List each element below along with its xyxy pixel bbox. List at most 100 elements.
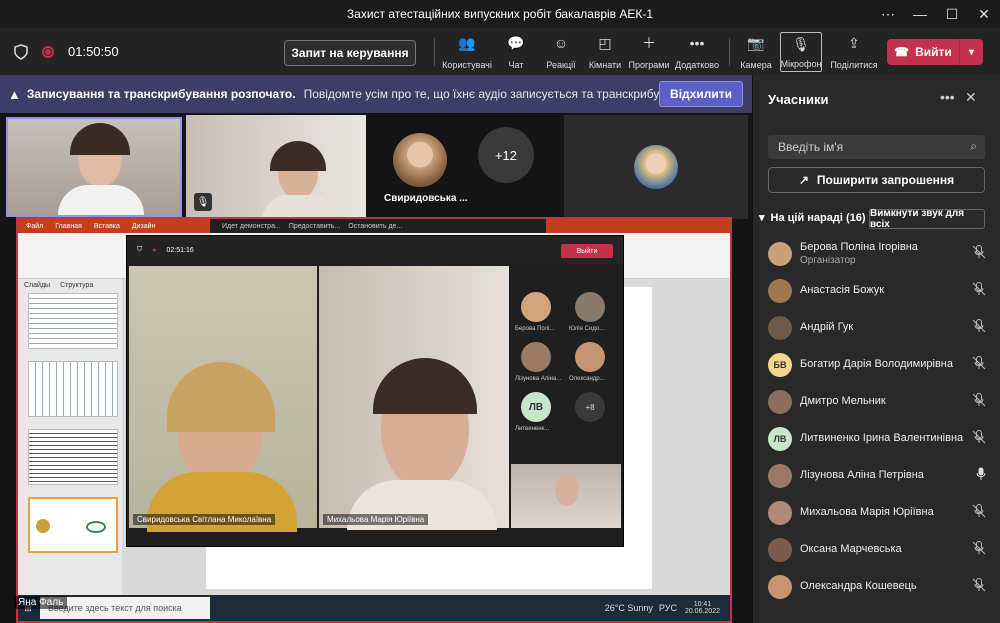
search-icon: ⌕ <box>970 139 977 153</box>
video-tile-3[interactable]: Свиридовська ... <box>372 115 468 219</box>
video-tile-4[interactable] <box>564 115 748 219</box>
participant-search-input[interactable]: Введіть ім'я ⌕ <box>768 135 985 159</box>
participant-name: Оксана Марчевська <box>800 543 902 555</box>
participant-row[interactable]: Берова Поліна Ігорівна Організатор <box>753 235 1000 272</box>
slide-thumbnail[interactable] <box>28 361 118 417</box>
people-button[interactable]: 👥 Користувачі <box>441 32 493 72</box>
participant-list: Берова Поліна Ігорівна Організатор Анастас… <box>753 235 1000 605</box>
close-panel-icon[interactable]: ✕ <box>965 89 977 106</box>
rooms-button[interactable]: ◰ Кімнати <box>583 32 627 72</box>
participant-row[interactable]: ЛВ Литвиненко Ірина Валентинівна <box>753 420 1000 457</box>
mic-off-icon[interactable] <box>972 319 986 336</box>
apps-label: Програми <box>628 60 670 70</box>
share-control-bar: Идет демонстра... Предоставить... Остано… <box>210 219 546 233</box>
share-invite-label: Поширити запрошення <box>816 173 955 187</box>
participant-row[interactable]: Андрій Гук <box>753 309 1000 346</box>
dismiss-button[interactable]: Відхилити <box>659 81 743 107</box>
reactions-label: Реакції <box>546 60 576 70</box>
ppt-side-tab-slides[interactable]: Слайды <box>24 282 50 289</box>
participant-row[interactable]: Михальова Марія Юріївна <box>753 494 1000 531</box>
mic-on-icon[interactable] <box>976 467 986 484</box>
participant-row[interactable]: Оксана Марчевська <box>753 531 1000 568</box>
slide-thumbnail-selected[interactable] <box>28 497 118 553</box>
avatar <box>768 278 792 303</box>
sharebar-present[interactable]: Предоставить... <box>289 223 340 230</box>
mic-off-icon[interactable] <box>972 282 986 299</box>
video-tile-1[interactable] <box>6 117 182 217</box>
mini-tile-name: Свиридовська Світлана Миколаївна <box>133 514 276 525</box>
overflow-tile[interactable]: +12 <box>478 127 534 183</box>
more-button[interactable]: ••• Додатково <box>671 32 723 72</box>
mic-off-icon[interactable] <box>972 393 986 410</box>
camera-button[interactable]: 📷 Камера <box>736 32 776 72</box>
close-window-button[interactable]: ✕ <box>968 0 1000 28</box>
mic-label: Мікрофон <box>780 59 822 69</box>
section-header[interactable]: ▾ На цій нараді (16) <box>759 211 866 225</box>
shared-screen: Файл Главная Вставка Дизайн Слайды Струк… <box>16 217 732 623</box>
sharebar-stop[interactable]: Остановить де... <box>348 223 402 230</box>
participant-row[interactable]: Анастасія Божук <box>753 272 1000 309</box>
participant-name: Михальова Марія Юріївна <box>800 506 934 518</box>
apps-button[interactable]: ＋ Програми <box>627 32 671 72</box>
more-options-icon[interactable]: ••• <box>940 89 955 105</box>
clock-date: 20.06.2022 <box>684 608 720 615</box>
panel-title: Учасники <box>768 92 829 107</box>
mic-off-icon[interactable] <box>972 541 986 558</box>
share-button[interactable]: ⇪ Поділитися <box>826 32 882 72</box>
people-label: Користувачі <box>442 60 492 70</box>
mini-leave-button[interactable]: Выйти <box>561 244 613 258</box>
avatar <box>768 463 792 488</box>
ppt-tab-design[interactable]: Дизайн <box>132 223 156 230</box>
mini-side-grid: Берова Полі... Юлія Сидо... Лізунова Алі… <box>511 266 621 462</box>
mini-video-tile-1[interactable]: Свиридовська Світлана Миколаївна <box>129 266 317 532</box>
mini-side-name: Лізунова Аліна... <box>515 376 562 382</box>
minimize-button[interactable]: — <box>904 0 936 28</box>
more-options-icon[interactable]: ⋯ <box>872 0 904 28</box>
participant-row[interactable]: БВ Богатир Дарія Володимирівна <box>753 346 1000 383</box>
participant-row[interactable]: Олександра Кошевець <box>753 568 1000 605</box>
leave-button[interactable]: ☎ Вийти ▾ <box>887 39 983 65</box>
participant-name: Свиридовська ... <box>384 193 468 204</box>
chat-icon: 💬 <box>507 35 525 51</box>
ppt-tab-file[interactable]: Файл <box>26 223 43 230</box>
participant-row[interactable]: Дмитро Мельник <box>753 383 1000 420</box>
avatar <box>768 241 792 266</box>
phone-icon: ☎ <box>894 45 910 59</box>
video-tile-2[interactable]: 🎙 <box>186 115 366 219</box>
ppt-tab-insert[interactable]: Вставка <box>94 223 120 230</box>
taskbar-lang: РУС <box>658 603 677 613</box>
mini-side-name: Литвиненк... <box>515 426 550 432</box>
mute-all-button[interactable]: Вимкнути звук для всіх <box>869 208 985 230</box>
share-invite-button[interactable]: ↗ Поширити запрошення <box>768 167 985 193</box>
mic-button[interactable]: 🎙 Мікрофон <box>780 32 822 72</box>
mic-off-icon[interactable] <box>972 356 986 373</box>
search-placeholder: Введіть ім'я <box>778 140 844 154</box>
slide-thumbnail[interactable] <box>28 429 118 485</box>
leave-options-chevron-icon[interactable]: ▾ <box>959 39 983 65</box>
share-label: Поділитися <box>830 60 878 70</box>
mini-video-tile-2[interactable]: Михальова Марія Юріївна <box>319 266 509 530</box>
avatar <box>768 574 792 599</box>
banner-message[interactable]: Повідомте усім про те, що їхнє аудіо зап… <box>304 87 674 101</box>
chat-button[interactable]: 💬 Чат <box>493 32 539 72</box>
ppt-tab-home[interactable]: Главная <box>55 223 82 230</box>
slide-thumbnail[interactable] <box>28 293 118 349</box>
mini-side-name: Олександр... <box>569 376 605 382</box>
reactions-button[interactable]: ☺ Реакції <box>539 32 583 72</box>
mini-self-tile[interactable] <box>511 464 621 528</box>
avatar <box>768 500 792 525</box>
request-control-button[interactable]: Запит на керування <box>284 40 416 66</box>
mic-off-icon[interactable] <box>972 578 986 595</box>
avatar <box>768 389 792 414</box>
mic-off-icon[interactable] <box>972 430 986 447</box>
mic-off-icon[interactable] <box>972 245 986 262</box>
ppt-side-tab-outline[interactable]: Структура <box>60 282 93 289</box>
mini-overflow[interactable]: +8 <box>575 392 605 422</box>
camera-off-icon: 📷 <box>747 35 765 51</box>
more-label: Додатково <box>675 60 719 70</box>
participant-hair <box>270 141 326 171</box>
mic-off-icon[interactable] <box>972 504 986 521</box>
maximize-button[interactable]: ☐ <box>936 0 968 28</box>
participant-row[interactable]: Лізунова Аліна Петрівна <box>753 457 1000 494</box>
mini-timer: 02:51:16 <box>166 246 194 254</box>
